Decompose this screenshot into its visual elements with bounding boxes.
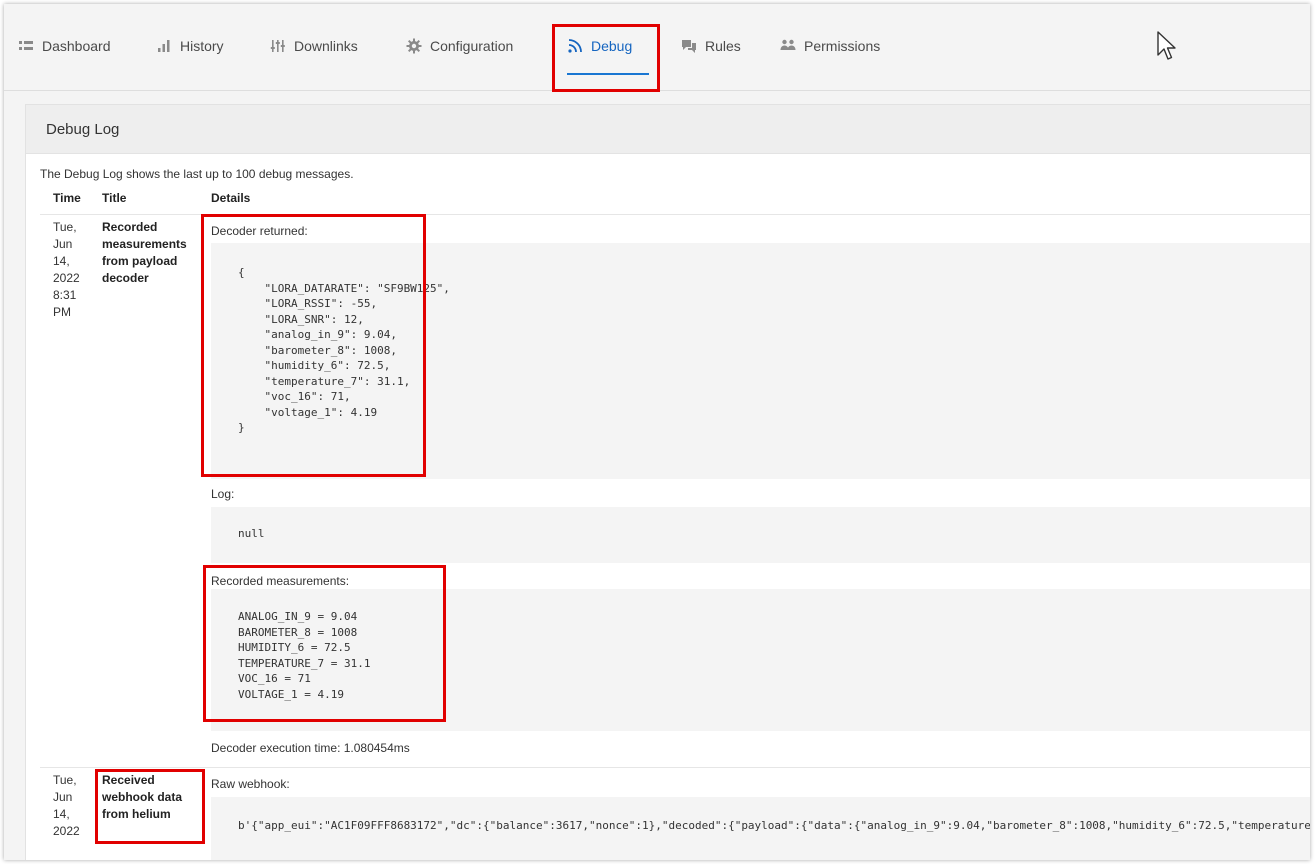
title-line: from helium — [102, 807, 171, 821]
header-divider — [40, 214, 1310, 215]
mouse-cursor-icon — [1157, 31, 1176, 60]
debug-log-panel: Debug Log The Debug Log shows the last u… — [25, 104, 1310, 860]
time-line: 2022 — [53, 824, 80, 838]
tab-permissions[interactable]: Permissions — [780, 34, 880, 58]
decoder-execution-time: Decoder execution time: 1.080454ms — [211, 741, 410, 755]
people-icon — [780, 38, 796, 54]
tab-label: History — [180, 38, 224, 54]
time-line: PM — [53, 305, 71, 319]
tab-label: Dashboard — [42, 38, 111, 54]
time-line: 14, — [53, 807, 70, 821]
title-line: webhook data — [102, 790, 183, 804]
time-line: 14, — [53, 254, 70, 268]
title-line: from payload — [102, 254, 178, 268]
active-tab-indicator — [567, 73, 649, 75]
title-line: decoder — [102, 271, 149, 285]
entry-title: Received webhook data from helium — [102, 772, 190, 823]
title-line: measurements — [102, 237, 187, 251]
time-line: 8:31 — [53, 288, 77, 302]
column-header-details: Details — [211, 191, 251, 205]
raw-webhook-label: Raw webhook: — [211, 777, 290, 791]
entry-time: Tue, Jun 14, 2022 — [53, 772, 93, 840]
time-line: Jun — [53, 237, 73, 251]
raw-webhook-code: b'{"app_eui":"AC1F09FFF8683172","dc":{"b… — [211, 797, 1310, 860]
tab-label: Downlinks — [294, 38, 358, 54]
tab-bar: Dashboard History Downlinks Configuratio… — [4, 4, 1310, 92]
time-line: Tue, — [53, 220, 77, 234]
row-divider — [40, 767, 1310, 768]
column-header-time: Time — [53, 191, 81, 205]
tab-configuration[interactable]: Configuration — [406, 34, 513, 58]
bar-chart-icon — [156, 38, 172, 54]
panel-title: Debug Log — [26, 105, 1310, 154]
title-line: Recorded — [102, 220, 158, 234]
column-header-title: Title — [102, 191, 127, 205]
tab-dashboard[interactable]: Dashboard — [18, 34, 111, 58]
gear-icon — [406, 38, 422, 54]
tab-debug[interactable]: Debug — [567, 34, 632, 58]
tab-label: Debug — [591, 38, 633, 54]
dashboard-icon — [18, 38, 34, 54]
tab-history[interactable]: History — [156, 34, 224, 58]
sliders-icon — [270, 38, 286, 54]
time-line: Tue, — [53, 773, 77, 787]
tab-rules[interactable]: Rules — [681, 34, 741, 58]
entry-title: Recorded measurements from payload decod… — [102, 219, 190, 287]
time-line: Jun — [53, 790, 73, 804]
title-line: Received — [102, 773, 155, 787]
entry-time: Tue, Jun 14, 2022 8:31 PM — [53, 219, 93, 321]
rss-icon — [567, 38, 583, 54]
tab-label: Permissions — [804, 38, 881, 54]
tab-downlinks[interactable]: Downlinks — [270, 34, 358, 58]
debug-log-intro: The Debug Log shows the last up to 100 d… — [40, 167, 354, 181]
recorded-measurements-code: ANALOG_IN_9 = 9.04 BAROMETER_8 = 1008 HU… — [211, 589, 1310, 731]
time-line: 2022 — [53, 271, 80, 285]
log-label: Log: — [211, 487, 235, 501]
decoder-output-code: { "LORA_DATARATE": "SF9BW125", "LORA_RSS… — [211, 243, 1310, 479]
tab-label: Rules — [705, 38, 741, 54]
chat-icon — [681, 38, 697, 54]
log-output-code: null — [211, 507, 1310, 563]
app-frame: Dashboard History Downlinks Configuratio… — [4, 4, 1310, 860]
tab-label: Configuration — [430, 38, 514, 54]
recorded-measurements-label: Recorded measurements: — [211, 574, 350, 588]
decoder-returned-label: Decoder returned: — [211, 224, 308, 238]
